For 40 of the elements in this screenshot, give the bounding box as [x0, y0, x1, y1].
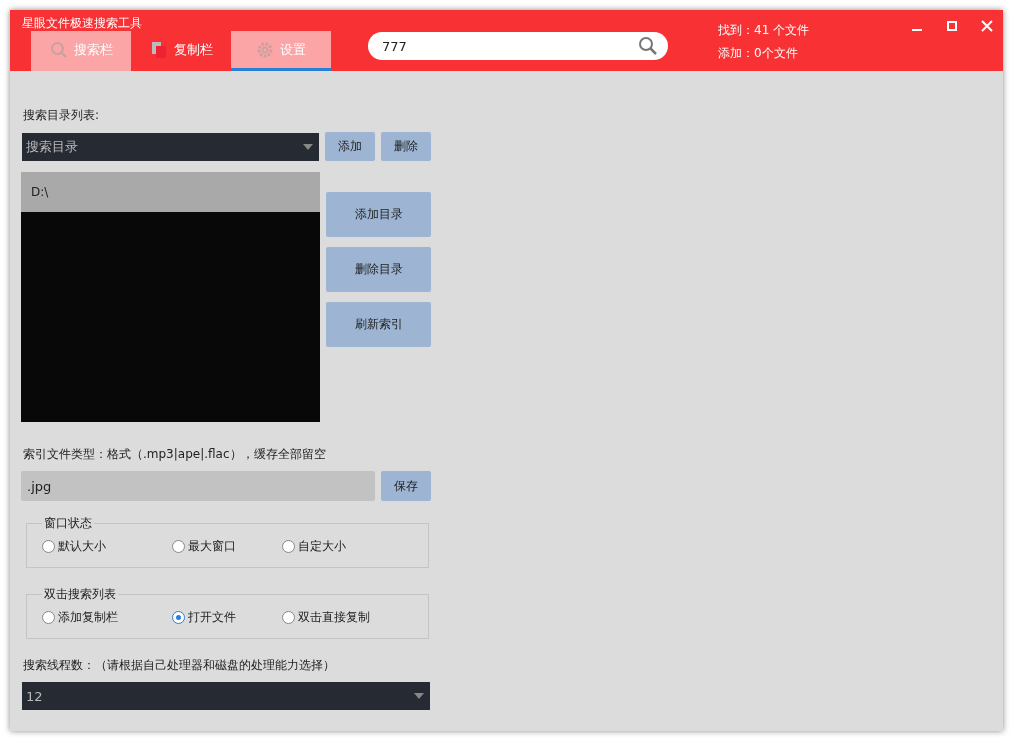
section-label: 搜索线程数：（请根据自己处理器和磁盘的处理能力选择）	[23, 657, 336, 674]
radio-button[interactable]	[172, 611, 185, 624]
search-field[interactable]: 777	[368, 32, 668, 60]
radio-option[interactable]: 双击直接复制	[282, 609, 412, 626]
radio-option[interactable]: 添加复制栏	[42, 609, 172, 626]
directory-item[interactable]: D:\	[21, 172, 320, 212]
save-button[interactable]: 保存	[381, 471, 431, 501]
radio-option[interactable]: 打开文件	[172, 609, 282, 626]
maximize-icon[interactable]	[946, 20, 958, 32]
group-title: 窗口状态	[43, 515, 93, 532]
button[interactable]: 添加目录	[326, 192, 431, 237]
radio-button[interactable]	[282, 611, 295, 624]
caret-icon	[303, 143, 314, 150]
directory-dropdown[interactable]: 搜索目录	[22, 132, 320, 161]
radio-button[interactable]	[172, 540, 185, 553]
radio-button[interactable]	[282, 540, 295, 553]
button[interactable]: 删除目录	[326, 247, 431, 292]
settings-icon	[256, 40, 274, 59]
caret-icon	[414, 693, 424, 699]
section-label: 搜索目录列表:	[23, 107, 101, 124]
radio-option[interactable]: 自定大小	[282, 538, 412, 555]
copy-icon	[149, 40, 168, 59]
search-icon	[49, 40, 68, 59]
radio-option[interactable]: 默认大小	[42, 538, 172, 555]
button[interactable]: 刷新索引	[326, 302, 431, 347]
radio-option[interactable]: 最大窗口	[172, 538, 282, 555]
radio-button[interactable]	[42, 611, 55, 624]
radio-button[interactable]	[42, 540, 55, 553]
search-icon[interactable]	[638, 36, 658, 56]
thread-count-dropdown[interactable]: 12	[22, 682, 430, 710]
section-label: 索引文件类型：格式（.mp3|ape|.flac），缓存全部留空	[23, 446, 327, 463]
button[interactable]: 添加	[325, 132, 376, 161]
file-type-field[interactable]: .jpg	[21, 471, 375, 501]
result-count: 添加：0个文件	[718, 45, 799, 62]
tab[interactable]: 复制栏	[131, 31, 231, 71]
button[interactable]: 删除	[381, 132, 431, 161]
result-count: 找到：41 个文件	[718, 22, 810, 39]
close-icon[interactable]	[981, 20, 993, 32]
group-title: 双击搜索列表	[43, 586, 117, 603]
window-title: 星眼文件极速搜索工具	[22, 15, 143, 31]
